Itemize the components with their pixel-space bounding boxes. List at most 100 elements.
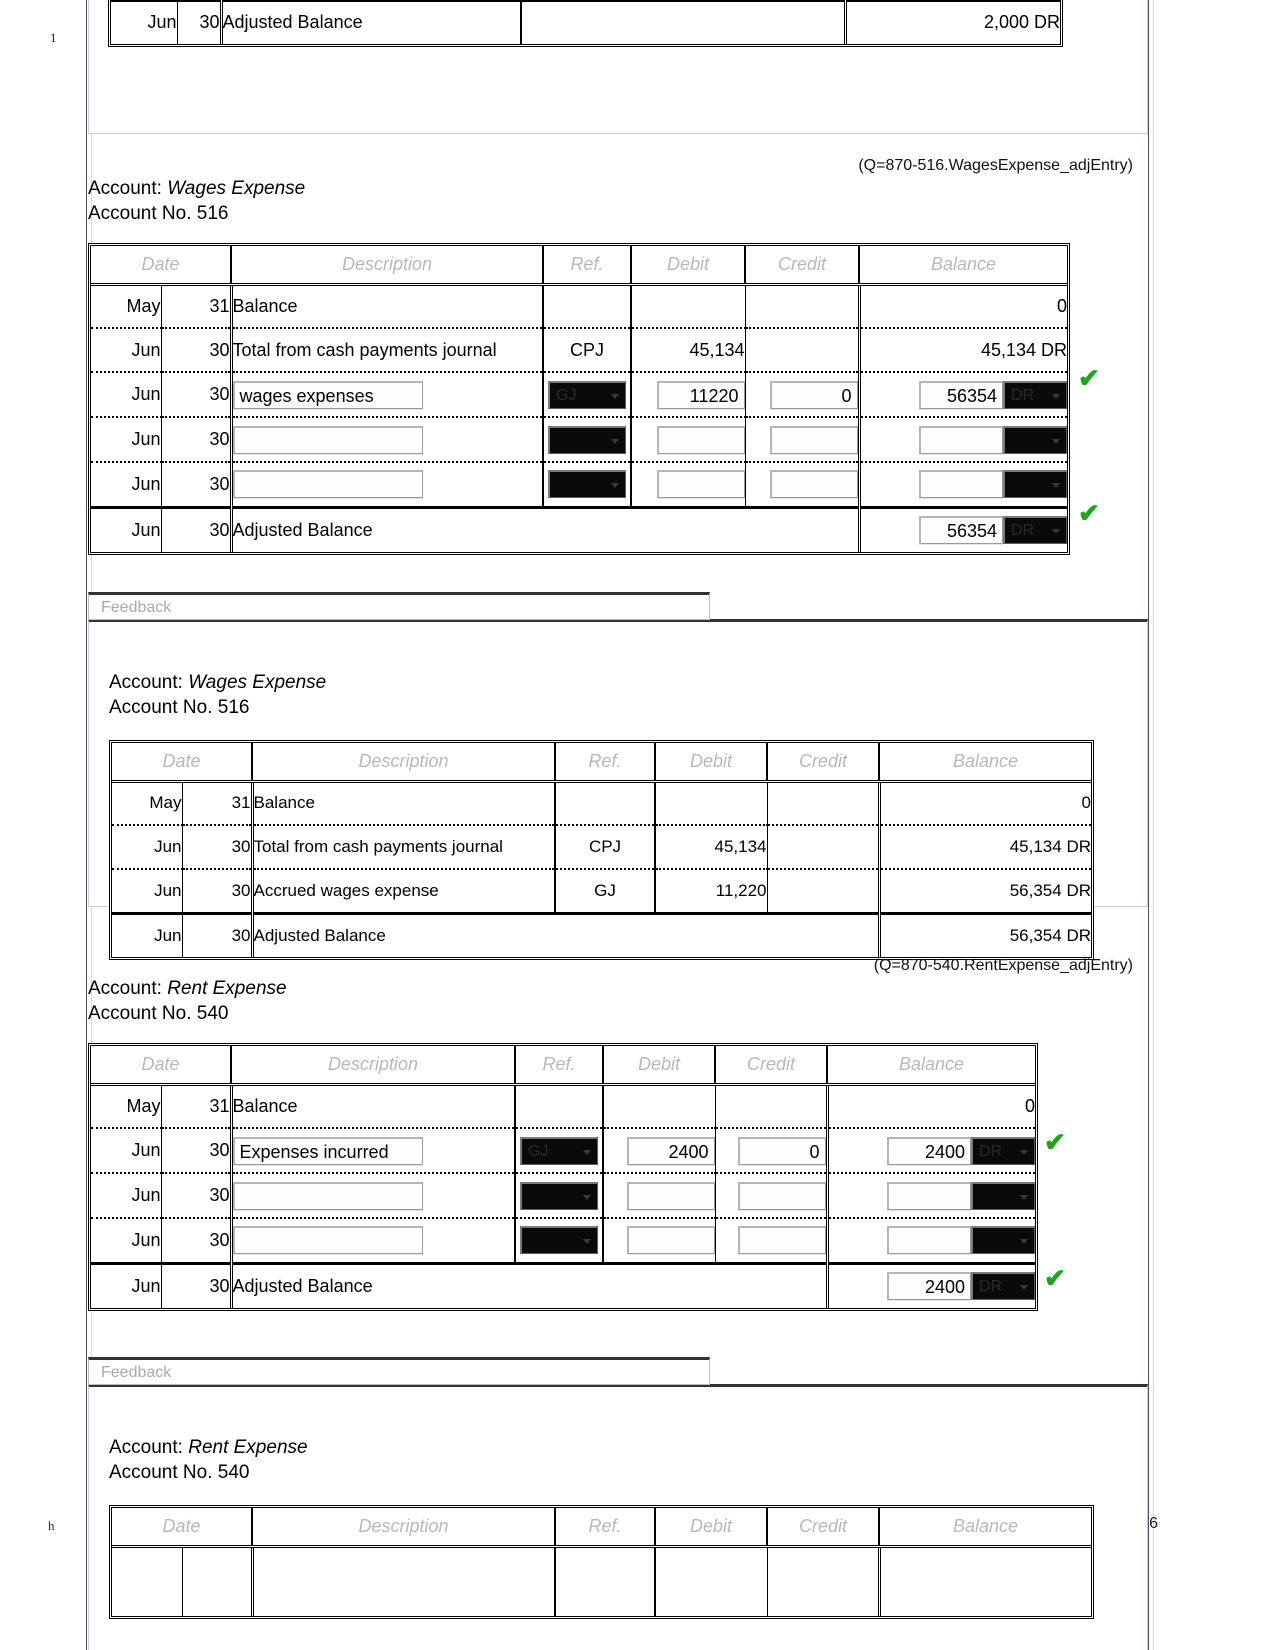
cell-month: Jun (112, 913, 183, 957)
table-row-entry: Jun 30 wages expenses GJ 11220 0 56354 D… (91, 372, 1067, 418)
cell-debit: 45,134 (631, 328, 746, 373)
column-header-description: Description (231, 1046, 516, 1086)
cell-month: May (112, 781, 183, 826)
chevron-down-icon (611, 393, 619, 399)
table-header-row: Date Description Ref. Debit Credit Balan… (112, 1508, 1091, 1548)
cell-credit (733, 0, 847, 44)
balance-type-select[interactable] (971, 1181, 1035, 1210)
table-row: Jun 30 Adjusted Balance 2,000 DR (111, 0, 1060, 44)
account-number: Account No. 540 (88, 1003, 229, 1024)
account-number: Account No. 540 (109, 1462, 250, 1483)
column-header-ref: Ref. (543, 246, 632, 286)
account-name: Wages Expense (188, 672, 327, 693)
balance-type-select[interactable] (1003, 470, 1067, 499)
credit-input[interactable] (769, 470, 858, 499)
column-header-date: Date (112, 1508, 253, 1548)
debit-input[interactable] (626, 1226, 715, 1255)
table-row-entry: Jun 30 (91, 417, 1067, 463)
credit-input[interactable]: 0 (769, 380, 858, 409)
correct-check-icon: ✔ (1044, 1263, 1066, 1293)
debit-input[interactable]: 11220 (656, 380, 745, 409)
chevron-down-icon (1052, 529, 1060, 535)
credit-input[interactable]: 0 (737, 1136, 826, 1165)
feedback-account-heading-wages: Account: Wages Expense Account No. 516 (109, 670, 1167, 720)
chevron-down-icon (1020, 1239, 1028, 1245)
balance-input[interactable]: 56354 (919, 380, 1003, 409)
credit-input[interactable] (769, 425, 858, 454)
balance-input[interactable]: 2400 (887, 1136, 971, 1165)
cell-day: 30 (161, 507, 233, 552)
cell-day: 30 (161, 1263, 233, 1308)
column-header-date: Date (91, 1046, 232, 1086)
credit-input[interactable] (737, 1226, 826, 1255)
ref-select[interactable]: GJ (520, 1136, 598, 1165)
description-input[interactable]: Expenses incurred (232, 1136, 423, 1165)
table-row: Jun 30 Total from cash payments journal … (112, 825, 1091, 870)
balance-type-select[interactable] (1003, 425, 1067, 454)
account-label: Account: (109, 672, 183, 693)
ref-select[interactable]: GJ (548, 380, 626, 409)
cell-description: Balance (231, 284, 544, 329)
description-input[interactable]: wages expenses (232, 380, 423, 409)
column-header-balance: Balance (859, 246, 1067, 286)
table-row (112, 1546, 1091, 1616)
adjusted-balance-input[interactable]: 2400 (887, 1272, 971, 1301)
chevron-down-icon (1052, 438, 1060, 444)
balance-type-select[interactable] (971, 1226, 1035, 1255)
adjusted-balance-input[interactable]: 56354 (919, 516, 1003, 545)
cell-debit (631, 284, 746, 329)
cell-balance: 56,354 DR (879, 869, 1091, 915)
description-input[interactable] (232, 470, 423, 499)
cell-month: Jun (112, 825, 183, 870)
debit-input[interactable] (626, 1181, 715, 1210)
chevron-down-icon (611, 483, 619, 489)
correct-check-icon: ✔ (1078, 498, 1100, 528)
balance-input[interactable] (887, 1226, 971, 1255)
cell-day: 30 (177, 0, 223, 44)
cell-month: May (91, 284, 162, 329)
adjusted-balance-type-select[interactable]: DR (1003, 516, 1067, 545)
table-row-entry: Jun 30 (91, 462, 1067, 509)
debit-input[interactable]: 2400 (626, 1136, 715, 1165)
ref-select[interactable] (520, 1226, 598, 1255)
feedback-tab-label[interactable]: Feedback (88, 1357, 710, 1385)
column-header-date: Date (112, 743, 253, 783)
cell-day: 30 (161, 417, 233, 463)
adjusted-balance-label: Adjusted Balance (231, 1263, 829, 1308)
cell-day: 30 (161, 1173, 233, 1219)
description-input[interactable] (232, 425, 423, 454)
balance-input[interactable] (919, 470, 1003, 499)
column-header-description: Description (252, 1508, 556, 1548)
debit-input[interactable] (656, 470, 745, 499)
credit-input[interactable] (737, 1181, 826, 1210)
column-header-balance: Balance (879, 743, 1091, 783)
question-id-rent: (Q=870-540.RentExpense_adjEntry) (873, 957, 1133, 974)
cell-balance: 2,000 DR (983, 12, 1060, 33)
debit-input[interactable] (656, 425, 745, 454)
cell-ref (515, 1084, 604, 1129)
cell-day: 30 (161, 1218, 233, 1265)
balance-input[interactable] (919, 425, 1003, 454)
balance-type-value: DR (1011, 522, 1035, 540)
feedback-ledger-table-wages: Date Description Ref. Debit Credit Balan… (109, 740, 1094, 960)
ledger-table-wages: Date Description Ref. Debit Credit Balan… (88, 243, 1070, 555)
ref-select[interactable] (520, 1181, 598, 1210)
ref-select[interactable] (548, 470, 626, 499)
feedback-tab-label[interactable]: Feedback (88, 592, 710, 620)
cell-month: May (91, 1084, 162, 1129)
description-input[interactable] (232, 1226, 423, 1255)
balance-input[interactable] (887, 1181, 971, 1210)
description-input[interactable] (232, 1181, 423, 1210)
balance-type-select[interactable]: DR (1003, 380, 1067, 409)
cell-balance: 45,134 DR (859, 328, 1067, 373)
ref-select-value: GJ (556, 386, 577, 404)
table-row-adjusted-balance: Jun 30 Adjusted Balance 2400 DR (91, 1263, 1035, 1308)
adjusted-balance-type-select[interactable]: DR (971, 1272, 1035, 1301)
adjusted-balance-label: Adjusted Balance (231, 507, 861, 552)
column-header-credit: Credit (767, 1508, 880, 1548)
ref-select[interactable] (548, 425, 626, 454)
balance-type-select[interactable]: DR (971, 1136, 1035, 1165)
account-label: Account: (109, 1437, 183, 1458)
table-row: Jun 30 Accrued wages expense GJ 11,220 5… (112, 869, 1091, 915)
chevron-down-icon (583, 1149, 591, 1155)
